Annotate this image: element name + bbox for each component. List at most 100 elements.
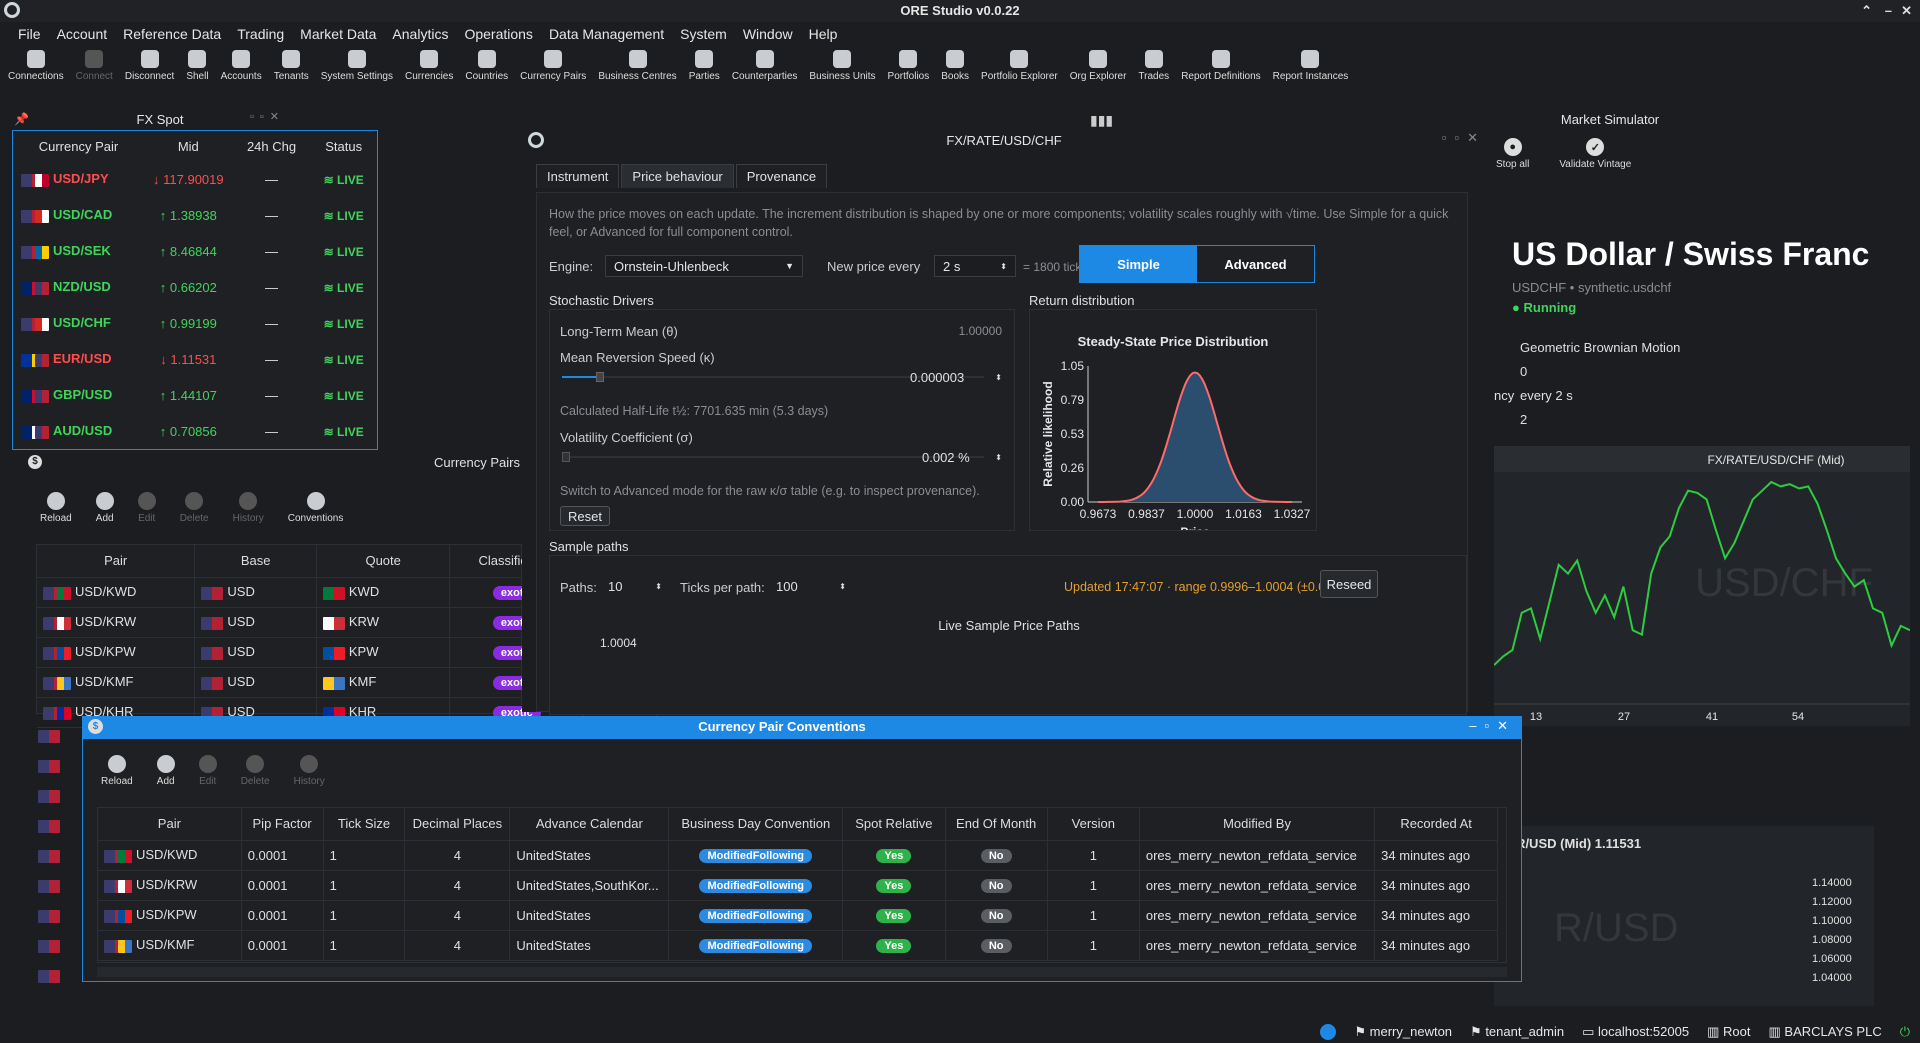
menu-system[interactable]: System [672,24,735,46]
conv-column-header[interactable]: Pip Factor [241,808,324,841]
fxspot-row[interactable]: EUR/USD ↓ 1.11531 — ≋ LIVE [13,341,377,377]
conv-column-header[interactable]: Business Day Convention [668,808,844,841]
conv-column-header[interactable]: End Of Month [945,808,1048,841]
vol-spinbox[interactable]: 0.002 % ⬍ [910,446,1006,468]
window-minimize-button[interactable]: – [1885,0,1892,22]
table-row[interactable]: USD/KWD 0.0001 1 4 UnitedStates ModifiedFollo… [98,840,1498,871]
bar-chart-icon[interactable]: ▮▮▮ [1090,112,1113,129]
cp-column-header[interactable]: Base [194,545,317,578]
stop-all-button[interactable]: ● Stop all [1496,138,1529,170]
countries-button[interactable]: Countries [465,50,508,82]
conv-column-header[interactable]: Version [1047,808,1140,841]
business-centres-button[interactable]: Business Centres [598,50,677,82]
org-explorer-button[interactable]: Org Explorer [1070,50,1126,82]
mrs-slider-handle[interactable] [596,372,604,382]
ticks-spinbox[interactable]: 100 ⬍ [776,576,846,596]
menu-trading[interactable]: Trading [229,24,292,46]
advanced-mode-button[interactable]: Advanced [1197,246,1314,282]
connect-button[interactable]: Connect [76,50,113,82]
cp-column-header[interactable]: Quote [316,545,451,578]
books-button[interactable]: Books [941,50,969,82]
currencies-button[interactable]: Currencies [405,50,453,82]
menu-operations[interactable]: Operations [456,24,540,46]
table-row[interactable]: USD/KPW 0.0001 1 4 UnitedStates ModifiedFollo… [98,900,1498,931]
cp-column-header[interactable]: Pair [37,545,196,578]
conv-column-header[interactable]: Recorded At [1374,808,1498,841]
line-x-tick: 13 [1530,711,1542,723]
simple-mode-button[interactable]: Simple [1080,246,1197,282]
menu-window[interactable]: Window [735,24,801,46]
conv-column-header[interactable]: Advance Calendar [509,808,670,841]
conventions-window-controls[interactable]: –▫✕ [1469,718,1516,734]
delete-button[interactable]: Delete [241,755,270,787]
validate-vintage-button[interactable]: ✓ Validate Vintage [1559,138,1631,170]
business-units-button[interactable]: Business Units [809,50,876,82]
report-instances-button[interactable]: Report Instances [1273,50,1348,82]
conventions-button[interactable]: Conventions [288,492,343,532]
menu-reference-data[interactable]: Reference Data [115,24,229,46]
vol-slider-handle[interactable] [562,452,570,462]
fxspot-row[interactable]: AUD/USD ↑ 0.70856 — ≋ LIVE [13,413,377,449]
window-close-button[interactable]: ✕ [1901,0,1912,22]
menu-file[interactable]: File [10,24,49,46]
tab-price-behaviour[interactable]: Price behaviour [621,164,734,188]
conv-column-header[interactable]: Tick Size [323,808,406,841]
history-button[interactable]: History [294,755,325,787]
fxspot-column-header[interactable]: Mid [144,131,233,161]
menu-market-data[interactable]: Market Data [292,24,384,46]
delete-button[interactable]: Delete [180,492,209,532]
menu-analytics[interactable]: Analytics [384,24,456,46]
edit-button[interactable]: Edit [198,755,217,787]
connections-button[interactable]: Connections [8,50,64,82]
reload-button[interactable]: Reload [40,492,72,532]
system-settings-button[interactable]: System Settings [321,50,393,82]
pair-label: USD/KWD [136,847,198,863]
paths-spinbox[interactable]: 10 ⬍ [608,576,662,596]
conv-column-header[interactable]: Modified By [1139,808,1376,841]
portfolio-explorer-button[interactable]: Portfolio Explorer [981,50,1058,82]
window-minimize-up-icon[interactable]: ⌃ [1861,0,1872,22]
add-button[interactable]: Add [95,492,114,532]
fxspot-column-header[interactable]: Currency Pair [13,131,144,161]
mrs-spinbox[interactable]: 0.000003 ⬍ [910,366,1006,388]
shell-button[interactable]: Shell [186,50,209,82]
fxspot-row[interactable]: GBP/USD ↑ 1.44107 — ≋ LIVE [13,377,377,413]
conv-column-header[interactable]: Spot Relative [842,808,946,841]
report-definitions-button[interactable]: Report Definitions [1181,50,1261,82]
fxspot-row[interactable]: USD/SEK ↑ 8.46844 — ≋ LIVE [13,233,377,269]
table-row[interactable]: USD/KRW 0.0001 1 4 UnitedStates,SouthKor... M… [98,870,1498,901]
fxspot-row[interactable]: NZD/USD ↑ 0.66202 — ≋ LIVE [13,269,377,305]
accounts-button[interactable]: Accounts [221,50,262,82]
reset-button[interactable]: Reset [560,506,610,526]
conv-column-header[interactable]: Decimal Places [404,808,511,841]
table-row[interactable]: USD/KMF 0.0001 1 4 UnitedStates ModifiedFollo… [98,930,1498,961]
tab-instrument[interactable]: Instrument [536,164,620,188]
history-button[interactable]: History [233,492,264,532]
fxspot-column-header[interactable]: 24h Chg [233,131,311,161]
panel-window-controls[interactable]: ▫▫✕ [250,110,310,123]
counterparties-button[interactable]: Counterparties [732,50,797,82]
tenants-button[interactable]: Tenants [274,50,309,82]
parties-button[interactable]: Parties [689,50,720,82]
horizontal-scrollbar[interactable] [97,967,1507,977]
disconnect-button[interactable]: Disconnect [125,50,174,82]
fxspot-row[interactable]: USD/CAD ↑ 1.38938 — ≋ LIVE [13,197,377,233]
fxspot-row[interactable]: USD/JPY ↓ 117.90019 — ≋ LIVE [13,161,377,197]
edit-button[interactable]: Edit [137,492,156,532]
fxrate-window-controls[interactable]: ▫▫✕ [1442,130,1486,146]
trades-button[interactable]: Trades [1138,50,1169,82]
new-price-spinbox[interactable]: 2 s ⬍ [934,255,1016,277]
reload-button[interactable]: Reload [101,755,133,787]
portfolios-button[interactable]: Portfolios [888,50,929,82]
conv-column-header[interactable]: Pair [98,808,242,841]
add-button[interactable]: Add [156,755,175,787]
reseed-button[interactable]: Reseed [1320,570,1378,598]
fxspot-column-header[interactable]: Status [310,131,377,161]
menu-help[interactable]: Help [801,24,846,46]
engine-select[interactable]: Ornstein-Uhlenbeck ▼ [605,255,803,277]
tab-provenance[interactable]: Provenance [735,164,828,188]
menu-account[interactable]: Account [49,24,116,46]
currency-pairs-button[interactable]: Currency Pairs [520,50,586,82]
fxspot-row[interactable]: USD/CHF ↑ 0.99199 — ≋ LIVE [13,305,377,341]
menu-data-management[interactable]: Data Management [541,24,672,46]
